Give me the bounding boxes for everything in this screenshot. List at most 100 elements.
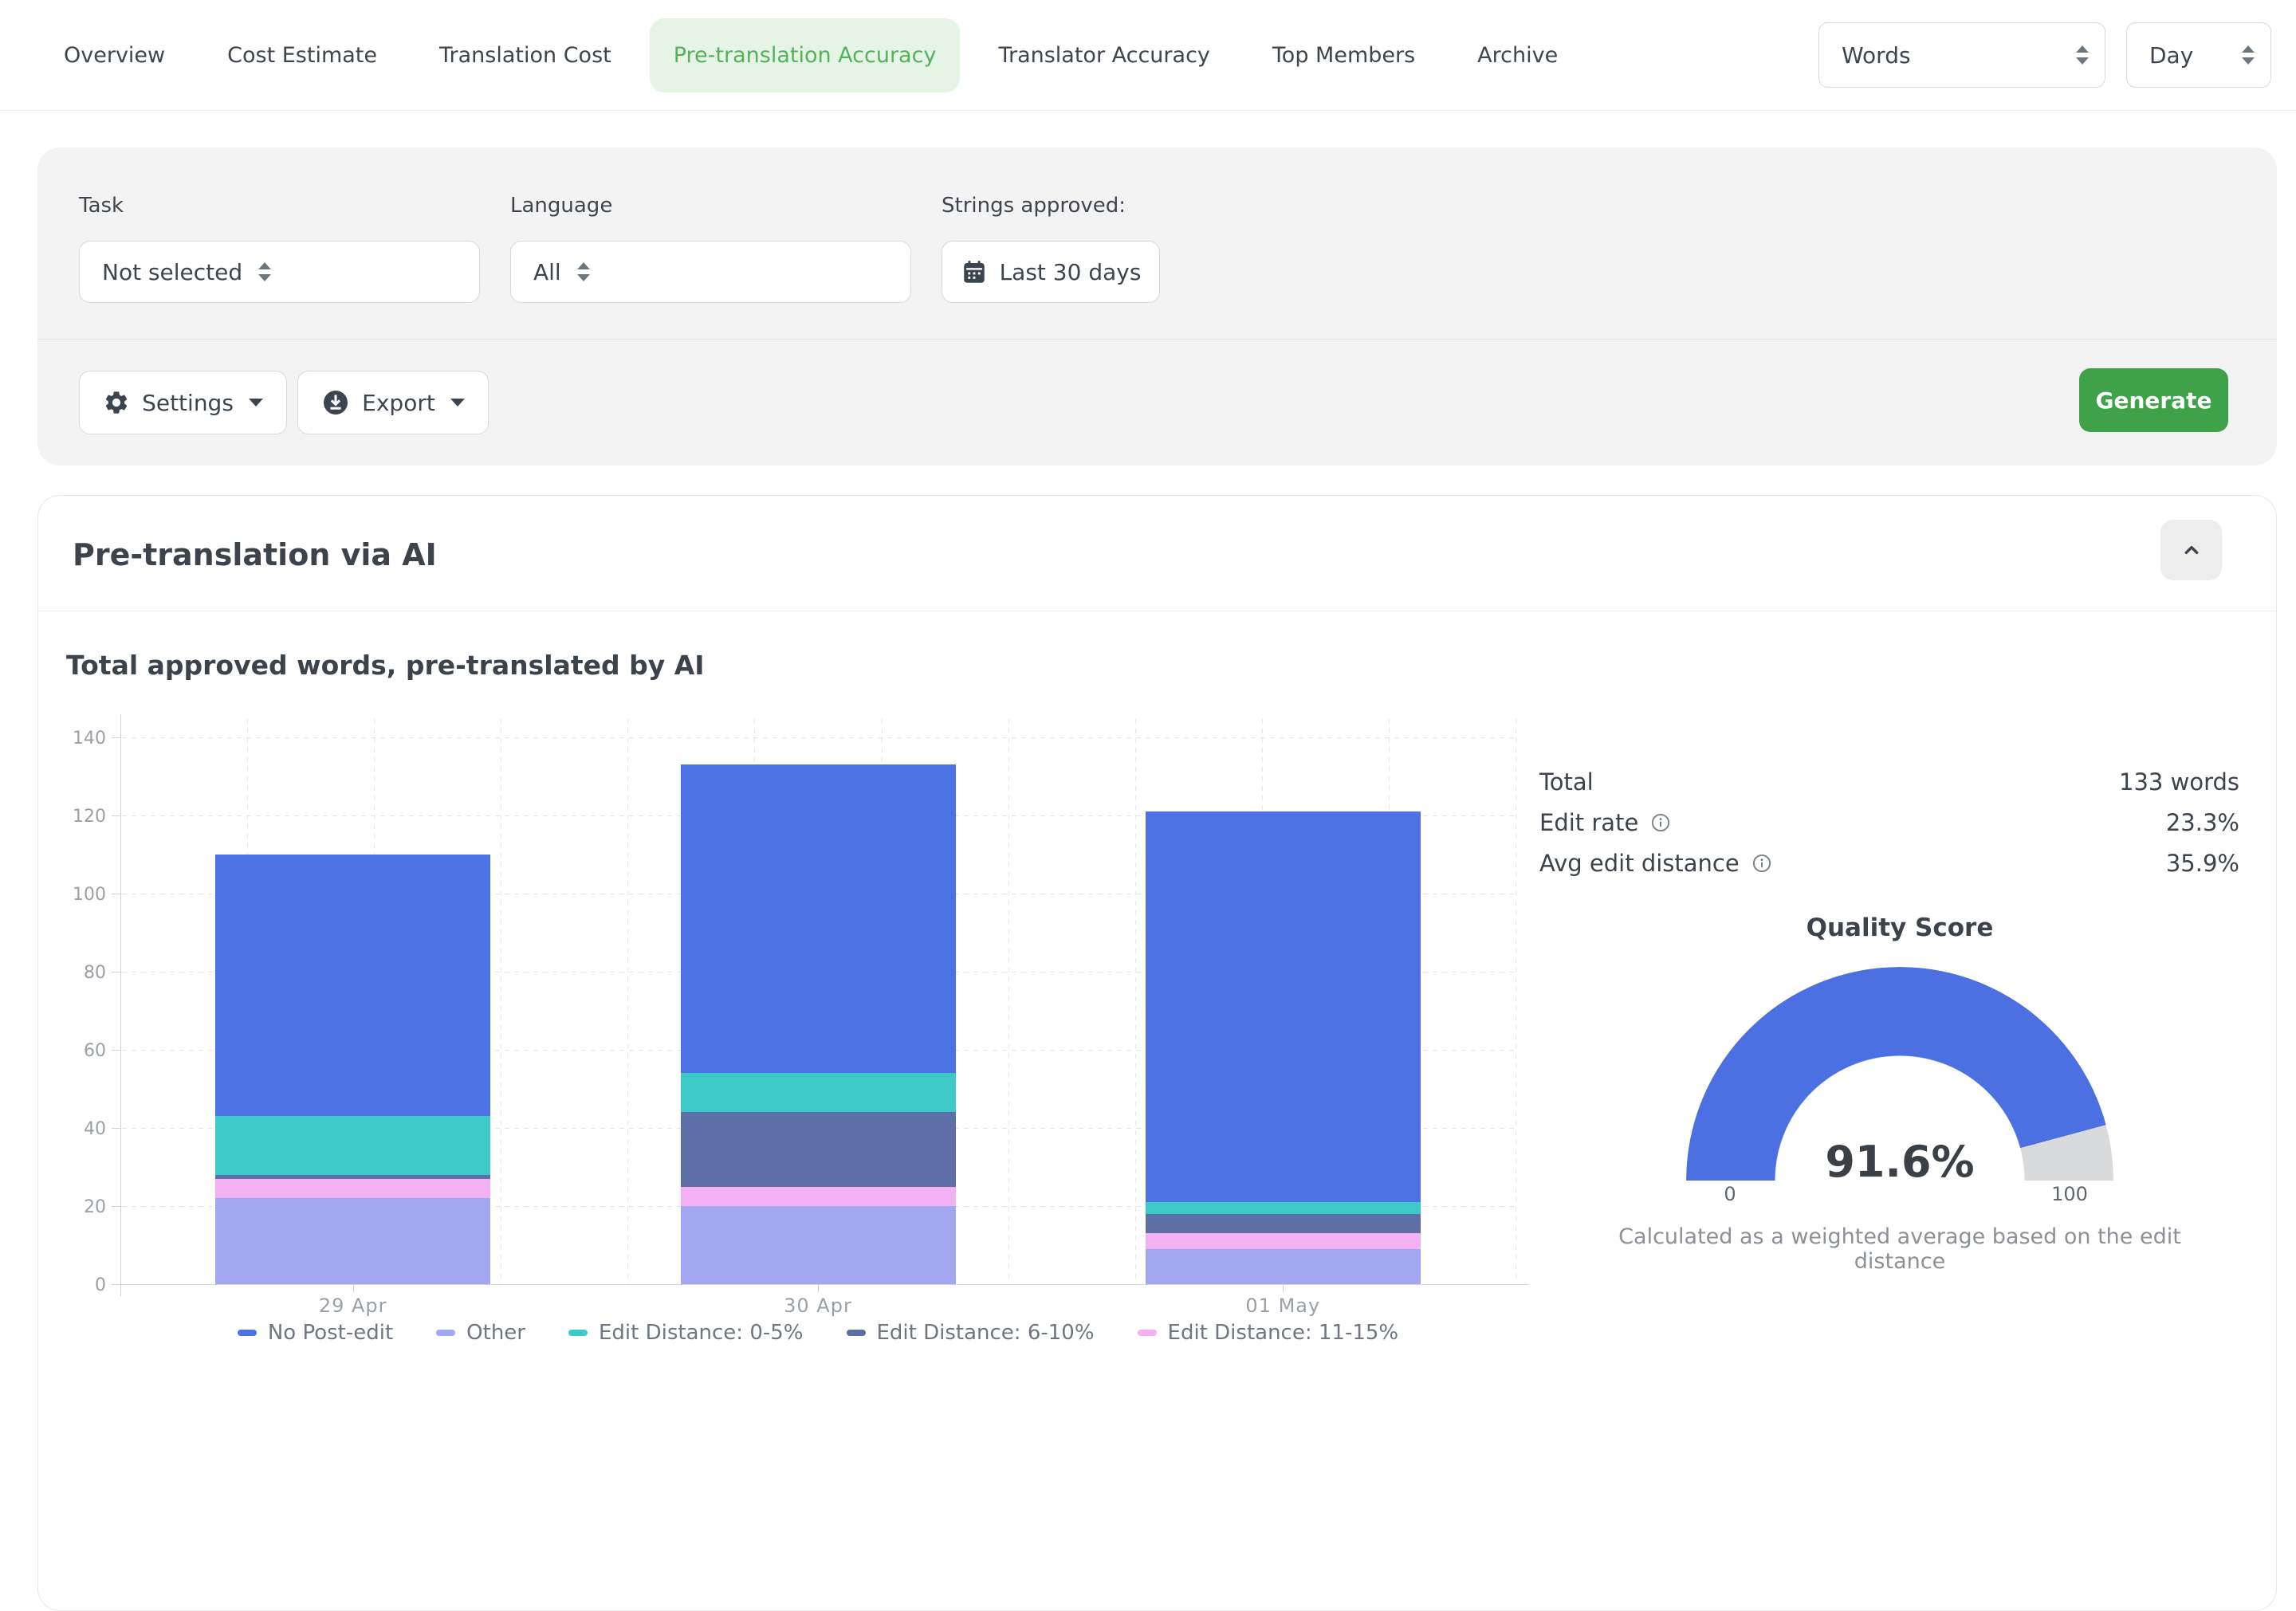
nav-tabs: Overview Cost Estimate Translation Cost Pre… [64,18,1558,92]
y-tick [112,815,120,816]
bar-segment-edit-distance-0-5 [215,1116,490,1175]
bar-segment-edit-distance-6-10 [681,1112,956,1186]
legend-label: No Post-edit [268,1321,393,1345]
y-axis-label: 100 [49,885,106,905]
y-axis-label: 40 [49,1119,106,1139]
date-range-button[interactable]: Last 30 days [942,241,1160,303]
y-axis-label: 60 [49,1041,106,1061]
stat-value: 23.3% [2166,809,2239,836]
collapse-button[interactable] [2160,520,2222,580]
chart-title: Total approved words, pre-translated by … [66,650,705,681]
stacked-bar-29-apr[interactable] [215,855,490,1284]
legend-item-edit-distance-11-15[interactable]: Edit Distance: 11-15% [1138,1321,1399,1345]
tab-translation-cost[interactable]: Translation Cost [439,43,611,68]
info-circle-icon[interactable] [1649,811,1672,834]
bar-segment-no-post-edit [1146,811,1421,1202]
tab-translator-accuracy[interactable]: Translator Accuracy [998,43,1209,68]
chevron-down-icon [450,399,465,407]
y-axis-label: 120 [49,807,106,827]
y-axis-label: 20 [49,1197,106,1217]
x-axis-label: 01 May [1051,1295,1516,1317]
stat-label: Edit rate [1539,809,1638,836]
period-select-value: Day [2149,42,2226,69]
top-navigation: Overview Cost Estimate Translation Cost Pre… [0,0,2296,111]
task-select[interactable]: Not selected [79,241,480,303]
stat-row-edit-rate: Edit rate 23.3% [1539,802,2239,843]
stats-panel: Total133 words Edit rate 23.3% Avg edit dis… [1539,761,2239,883]
legend-item-edit-distance-6-10[interactable]: Edit Distance: 6-10% [847,1321,1095,1345]
stacked-bar-01-may[interactable] [1146,811,1421,1284]
unit-select-value: Words [1842,42,2060,69]
settings-button-label: Settings [142,390,234,416]
x-axis-label: 29 Apr [120,1295,585,1317]
updown-carets-icon [258,262,271,281]
y-tick [112,1128,120,1129]
unit-select[interactable]: Words [1818,22,2105,88]
bar-segment-edit-distance-0-5 [1146,1202,1421,1214]
x-tick [818,1285,819,1292]
export-button[interactable]: Export [297,371,489,434]
legend-label: Edit Distance: 6-10% [877,1321,1095,1345]
stat-value: 35.9% [2166,850,2239,877]
bar-segment-edit-distance-11-15 [1146,1233,1421,1249]
topnav-selects: Words Day [1818,22,2271,88]
legend-item-other[interactable]: Other [436,1321,525,1345]
generate-button-label: Generate [2096,387,2212,414]
calendar-icon [961,258,988,285]
filter-panel: Task Language Strings approved: Not sele… [37,147,2277,466]
legend-label: Edit Distance: 0-5% [599,1321,804,1345]
stat-row-avg-edit-distance: Avg edit distance 35.9% [1539,843,2239,883]
tab-archive[interactable]: Archive [1477,43,1558,68]
date-range-value: Last 30 days [1000,259,1142,285]
task-label: Task [79,194,124,218]
legend-item-no-post-edit[interactable]: No Post-edit [238,1321,393,1345]
period-select[interactable]: Day [2126,22,2271,88]
legend-swatch [238,1330,257,1336]
tab-cost-estimate[interactable]: Cost Estimate [227,43,377,68]
tab-pre-translation-accuracy[interactable]: Pre-translation Accuracy [650,18,961,92]
download-circle-icon [321,388,350,417]
x-tick [353,1285,354,1292]
info-circle-icon[interactable] [1751,852,1773,874]
legend-swatch [436,1330,455,1336]
h-gridline [122,737,1516,738]
stat-label: Total [1539,768,1594,796]
legend-item-edit-distance-0-5[interactable]: Edit Distance: 0-5% [568,1321,804,1345]
gear-icon [103,389,130,416]
updown-carets-icon [577,262,590,281]
gauge-max-label: 100 [2047,1183,2092,1205]
bar-segment-no-post-edit [215,855,490,1116]
v-gridline [1008,719,1009,1284]
bar-segment-no-post-edit [681,764,956,1073]
legend-label: Edit Distance: 11-15% [1168,1321,1399,1345]
language-label: Language [510,194,612,218]
generate-button[interactable]: Generate [2079,368,2228,432]
stat-label: Avg edit distance [1539,850,1740,877]
v-gridline [627,719,628,1284]
tab-top-members[interactable]: Top Members [1272,43,1415,68]
bar-segment-edit-distance-0-5 [681,1073,956,1112]
x-axis-label: 30 Apr [585,1295,1050,1317]
language-select-value: All [533,259,561,285]
filter-divider [37,339,2277,340]
stacked-bar-30-apr[interactable] [681,764,956,1284]
gauge-caption: Calculated as a weighted average based o… [1581,1224,2219,1274]
stat-row-total: Total133 words [1539,761,2239,802]
y-axis-label: 0 [49,1275,106,1295]
strings-approved-label: Strings approved: [942,194,1126,218]
bar-segment-edit-distance-11-15 [681,1187,956,1207]
x-tick [1283,1285,1284,1292]
y-axis-label: 140 [49,729,106,749]
y-axis-line [120,714,121,1296]
chart-legend: No Post-edit Other Edit Distance: 0-5% Edit… [120,1321,1516,1345]
bar-segment-other [215,1198,490,1284]
tab-overview[interactable]: Overview [64,43,165,68]
y-tick [112,1050,120,1051]
export-button-label: Export [362,390,435,416]
language-select[interactable]: All [510,241,911,303]
bar-segment-edit-distance-6-10 [1146,1214,1421,1234]
legend-swatch [1138,1330,1157,1336]
settings-button[interactable]: Settings [79,371,287,434]
y-tick [112,1206,120,1207]
quality-score-gauge: 91.6% [1686,967,2113,1181]
